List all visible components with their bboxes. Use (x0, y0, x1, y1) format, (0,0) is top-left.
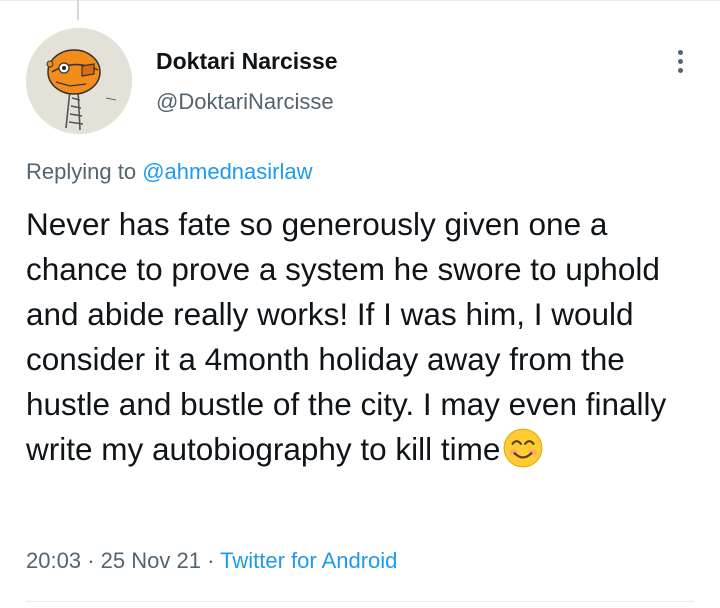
avatar[interactable] (26, 28, 132, 134)
top-divider (0, 0, 720, 1)
meta-separator: · (207, 548, 215, 573)
tweet-date[interactable]: 25 Nov 21 (101, 548, 201, 573)
author-handle[interactable]: @DoktariNarcisse (156, 89, 334, 115)
avatar-illustration-icon (26, 28, 132, 134)
tweet-time[interactable]: 20:03 (26, 548, 81, 573)
replying-mention-link[interactable]: @ahmednasirlaw (142, 159, 312, 184)
thread-connector-line (77, 0, 79, 20)
more-dot (677, 58, 683, 64)
more-options-icon[interactable] (668, 44, 692, 78)
more-dot (677, 67, 683, 73)
more-dot (677, 49, 683, 55)
smiling-face-emoji-icon (502, 427, 544, 469)
tweet-source-link[interactable]: Twitter for Android (220, 548, 397, 573)
bottom-divider (26, 601, 694, 602)
tweet-meta: 20:03 · 25 Nov 21 · Twitter for Android (26, 548, 397, 574)
replying-to-line: Replying to @ahmednasirlaw (26, 159, 313, 185)
replying-prefix: Replying to (26, 159, 137, 184)
author-name[interactable]: Doktari Narcisse (156, 48, 338, 75)
tweet-body: Never has fate so generously given one a… (26, 206, 676, 467)
tweet-text: Never has fate so generously given one a… (26, 202, 706, 472)
meta-separator: · (87, 548, 95, 573)
